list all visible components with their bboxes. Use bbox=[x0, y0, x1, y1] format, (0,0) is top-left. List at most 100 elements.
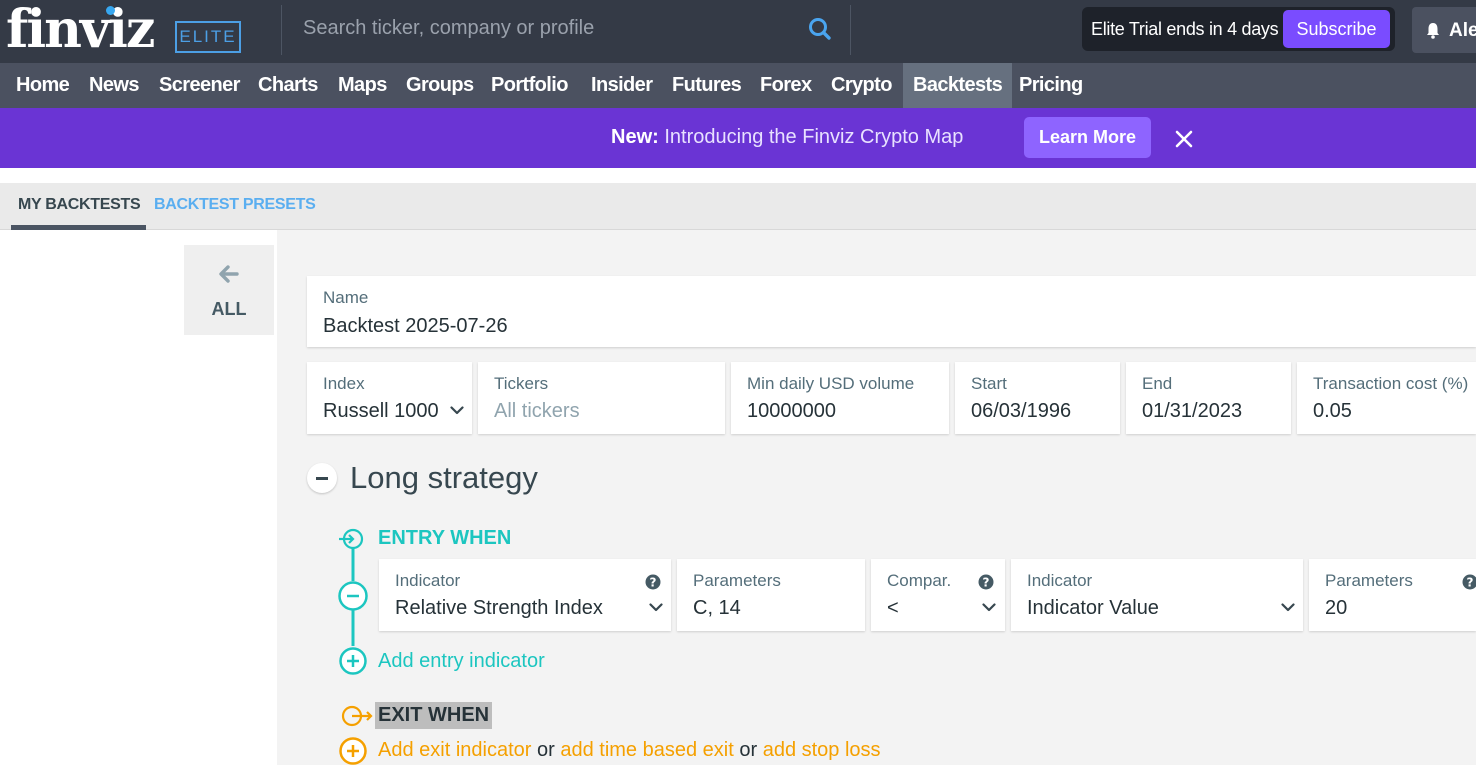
svg-text:?: ? bbox=[983, 576, 990, 590]
entry-indicator-label: Indicator bbox=[395, 571, 461, 590]
end-date-field[interactable]: End 01/31/2023 bbox=[1126, 362, 1291, 434]
tickers-placeholder: All tickers bbox=[494, 400, 580, 422]
name-label: Name bbox=[323, 288, 369, 307]
chevron-down-icon bbox=[649, 603, 663, 612]
entry-icon bbox=[339, 528, 364, 550]
nav-item-futures[interactable]: Futures bbox=[662, 63, 751, 108]
nav-item-maps[interactable]: Maps bbox=[328, 63, 397, 108]
end-label: End bbox=[1142, 374, 1173, 393]
nav-item-screener[interactable]: Screener bbox=[149, 63, 250, 108]
back-all-button[interactable]: ALL bbox=[184, 245, 274, 335]
min-volume-label: Min daily USD volume bbox=[747, 374, 915, 393]
finviz-logo[interactable]: finviz bbox=[6, 2, 155, 58]
header-divider bbox=[281, 5, 282, 55]
search-input[interactable] bbox=[290, 6, 800, 50]
promo-text: New: Introducing the Finviz Crypto Map bbox=[611, 126, 964, 148]
min-volume-field[interactable]: Min daily USD volume 10000000 bbox=[731, 362, 949, 434]
bell-icon bbox=[1427, 23, 1439, 39]
index-select[interactable]: Index Russell 1000 bbox=[307, 362, 472, 434]
strategy-title: Long strategy bbox=[350, 460, 538, 495]
learn-more-button[interactable]: Learn More bbox=[1024, 117, 1151, 158]
entry-when-label: ENTRY WHEN bbox=[378, 527, 512, 549]
or-text: or bbox=[739, 739, 758, 761]
entry-parameters-label: Parameters bbox=[693, 571, 781, 590]
nav-item-groups[interactable]: Groups bbox=[396, 63, 484, 108]
transaction-cost-value: 0.05 bbox=[1313, 400, 1352, 422]
nav-item-home[interactable]: Home bbox=[6, 63, 79, 108]
transaction-cost-field[interactable]: Transaction cost (%) 0.05 bbox=[1297, 362, 1476, 434]
start-value: 06/03/1996 bbox=[971, 400, 1072, 422]
nav-item-portfolio[interactable]: Portfolio bbox=[481, 63, 578, 108]
compare-indicator-select[interactable]: Indicator Indicator Value bbox=[1011, 559, 1303, 631]
help-icon[interactable]: ? bbox=[645, 574, 661, 590]
compare-parameters-value: 20 bbox=[1325, 597, 1348, 619]
chevron-down-icon bbox=[1281, 603, 1295, 612]
spacer bbox=[0, 168, 1476, 183]
nav-item-crypto[interactable]: Crypto bbox=[821, 63, 902, 108]
compare-indicator-value: Indicator Value bbox=[1027, 597, 1159, 619]
collapse-strategy-button[interactable] bbox=[307, 463, 337, 493]
comparison-value: < bbox=[887, 597, 899, 619]
tickers-field[interactable]: Tickers All tickers bbox=[478, 362, 725, 434]
nav-item-news[interactable]: News bbox=[79, 63, 149, 108]
svg-text:?: ? bbox=[1467, 576, 1474, 590]
main-nav: Home News Screener Charts Maps Groups Portfoli… bbox=[0, 63, 1476, 108]
exit-icon bbox=[341, 705, 373, 727]
add-entry-indicator-link[interactable]: Add entry indicator bbox=[378, 650, 545, 673]
logo-dot bbox=[106, 6, 115, 15]
min-volume-value: 10000000 bbox=[747, 400, 836, 422]
index-value: Russell 1000 bbox=[323, 400, 439, 422]
trial-notice: Elite Trial ends in 4 days Subscribe bbox=[1082, 7, 1395, 51]
exit-options: Add exit indicator or add time based exi… bbox=[378, 739, 881, 762]
arrow-left-icon bbox=[219, 265, 239, 283]
entry-parameters-value: C, 14 bbox=[693, 597, 741, 619]
remove-entry-icon[interactable] bbox=[337, 580, 369, 612]
promo-banner: New: Introducing the Finviz Crypto Map L… bbox=[0, 108, 1476, 168]
svg-text:?: ? bbox=[650, 576, 657, 590]
index-label: Index bbox=[323, 374, 365, 393]
end-value: 01/31/2023 bbox=[1142, 400, 1243, 422]
help-icon[interactable]: ? bbox=[978, 574, 994, 590]
user-menu-button[interactable]: Ale bbox=[1412, 7, 1476, 53]
entry-indicator-value: Relative Strength Index bbox=[395, 597, 603, 619]
nav-item-insider[interactable]: Insider bbox=[581, 63, 662, 108]
subscribe-button[interactable]: Subscribe bbox=[1283, 10, 1390, 48]
header-divider bbox=[850, 5, 851, 55]
add-exit-indicator-link[interactable]: Add exit indicator bbox=[378, 739, 531, 761]
trial-text: Elite Trial ends in 4 days bbox=[1091, 19, 1279, 39]
comparison-select[interactable]: Compar. < ? bbox=[871, 559, 1005, 631]
back-all-label: ALL bbox=[211, 299, 247, 319]
start-label: Start bbox=[971, 374, 1007, 393]
tab-backtest-presets[interactable]: BACKTEST PRESETS bbox=[154, 196, 316, 214]
comparison-label: Compar. bbox=[887, 571, 952, 590]
name-value[interactable]: Backtest 2025-07-26 bbox=[323, 315, 508, 338]
entry-parameters-field[interactable]: Parameters C, 14 bbox=[677, 559, 865, 631]
entry-indicator-select[interactable]: Indicator Relative Strength Index ? bbox=[379, 559, 671, 631]
chevron-down-icon bbox=[450, 406, 464, 415]
exit-when-label: EXIT WHEN bbox=[375, 702, 493, 729]
compare-parameters-label: Parameters bbox=[1325, 571, 1413, 590]
start-date-field[interactable]: Start 06/03/1996 bbox=[955, 362, 1120, 434]
close-icon[interactable] bbox=[1172, 127, 1196, 151]
compare-indicator-label: Indicator bbox=[1027, 571, 1093, 590]
chevron-down-icon bbox=[982, 603, 996, 612]
tickers-label: Tickers bbox=[494, 374, 549, 393]
help-icon[interactable]: ? bbox=[1462, 574, 1476, 590]
add-time-exit-link[interactable]: add time based exit bbox=[560, 739, 733, 761]
name-field[interactable]: Name Backtest 2025-07-26 bbox=[307, 276, 1476, 347]
or-text: or bbox=[536, 739, 555, 761]
tab-my-backtests[interactable]: MY BACKTESTS bbox=[18, 196, 141, 214]
add-entry-icon[interactable] bbox=[338, 646, 368, 676]
nav-item-pricing[interactable]: Pricing bbox=[1009, 63, 1093, 108]
nav-item-backtests[interactable]: Backtests bbox=[903, 63, 1013, 108]
nav-item-forex[interactable]: Forex bbox=[750, 63, 821, 108]
search-icon[interactable] bbox=[805, 14, 835, 44]
add-stop-loss-link[interactable]: add stop loss bbox=[763, 739, 881, 761]
top-bar: finviz ELITE Elite Trial ends in 4 days … bbox=[0, 0, 1476, 63]
elite-badge: ELITE bbox=[175, 21, 241, 53]
compare-parameters-field[interactable]: Parameters 20 ? bbox=[1309, 559, 1476, 631]
add-exit-icon[interactable] bbox=[338, 736, 368, 765]
transaction-cost-label: Transaction cost (%) bbox=[1313, 374, 1469, 393]
nav-item-charts[interactable]: Charts bbox=[248, 63, 328, 108]
backtest-tabs: MY BACKTESTS BACKTEST PRESETS bbox=[0, 183, 1476, 230]
